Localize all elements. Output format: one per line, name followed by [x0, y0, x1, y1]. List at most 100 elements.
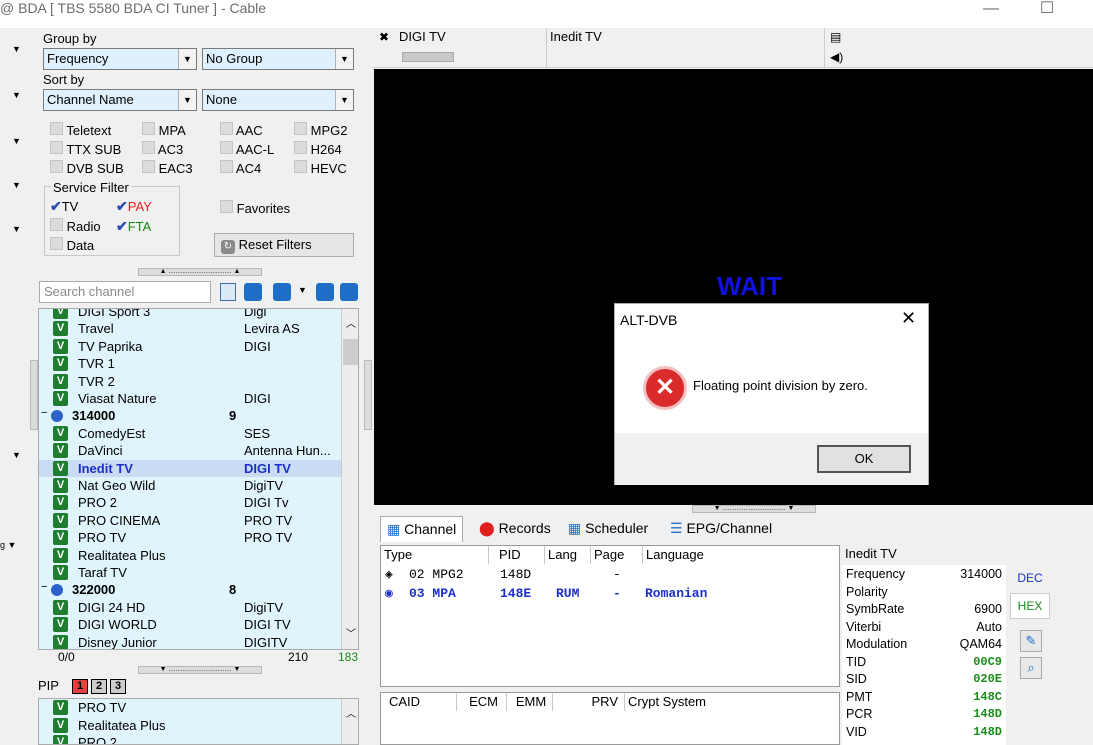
- chevron-down-icon[interactable]: ▼: [12, 224, 21, 234]
- group-by-select[interactable]: Frequency ▼: [43, 48, 197, 70]
- column-header[interactable]: Type: [381, 546, 489, 564]
- channel-row[interactable]: V Nat Geo Wild DigiTV: [39, 477, 341, 495]
- chevron-down-icon[interactable]: g ▼: [0, 540, 16, 550]
- channel-row[interactable]: V Inedit TV DIGI TV: [39, 459, 341, 478]
- search-input[interactable]: Search channel: [39, 281, 211, 303]
- chevron-up-icon[interactable]: ︿: [346, 705, 356, 720]
- maximize-button[interactable]: ☐: [1024, 0, 1070, 28]
- filter-eac3[interactable]: EAC3: [142, 160, 193, 176]
- channel-row[interactable]: V TVR 1: [39, 355, 341, 373]
- scrollbar-thumb[interactable]: [343, 339, 358, 365]
- filter-dvb-sub[interactable]: DVB SUB: [50, 160, 124, 176]
- clock-icon[interactable]: [244, 283, 262, 301]
- filter-ac4[interactable]: AC4: [220, 160, 261, 176]
- sort-by-secondary-select[interactable]: None ▼: [202, 89, 354, 111]
- tab-records[interactable]: ⬤ Records: [475, 516, 555, 542]
- close-icon[interactable]: ✕: [901, 308, 916, 329]
- channel-row[interactable]: V Realitatea Plus: [39, 547, 341, 565]
- filter-h264[interactable]: H264: [294, 141, 342, 157]
- group-row[interactable]: − 322000 8: [39, 581, 341, 599]
- channel-row[interactable]: V DIGI 24 HD DigiTV: [39, 599, 341, 617]
- splitter-handle[interactable]: ▼ ……………………… ▼: [692, 505, 816, 513]
- filter-hevc[interactable]: HEVC: [294, 160, 347, 176]
- collapse-icon[interactable]: −: [41, 407, 47, 419]
- column-header[interactable]: CAID: [381, 693, 457, 711]
- pip-button-2[interactable]: 2: [91, 679, 107, 694]
- channel-row[interactable]: V Taraf TV: [39, 564, 341, 582]
- channel-row[interactable]: V ComedyEst SES: [39, 425, 341, 443]
- edit-icon[interactable]: ✎: [1020, 630, 1042, 652]
- chevron-down-icon[interactable]: ▼: [298, 285, 307, 295]
- table-row[interactable]: ◈ 02 MPG2 148D -: [385, 567, 835, 585]
- tab-scheduler[interactable]: ▦ Scheduler: [564, 516, 652, 542]
- column-header[interactable]: PID: [489, 546, 545, 564]
- chevron-up-icon[interactable]: ︿: [346, 315, 356, 330]
- sort-down-icon[interactable]: [316, 283, 334, 301]
- pip-button-1[interactable]: 1: [72, 679, 88, 694]
- column-header[interactable]: EMM: [507, 693, 553, 711]
- filter-radio[interactable]: Radio: [50, 218, 101, 234]
- channel-row[interactable]: V TV Paprika DIGI: [39, 338, 341, 356]
- channel-row[interactable]: V Viasat Nature DIGI: [39, 390, 341, 408]
- chevron-down-icon[interactable]: ▼: [12, 450, 21, 460]
- column-header[interactable]: ECM: [457, 693, 507, 711]
- column-header[interactable]: Language: [643, 546, 839, 564]
- channel-row[interactable]: V DaVinci Antenna Hun...: [39, 442, 341, 460]
- channel-row[interactable]: V PRO TV PRO TV: [39, 529, 341, 547]
- filter-favorites[interactable]: Favorites: [220, 200, 290, 216]
- filter-mpa[interactable]: MPA: [142, 122, 186, 138]
- channel-row[interactable]: V PRO CINEMA PRO TV: [39, 512, 341, 530]
- reset-filters-button[interactable]: ↻ Reset Filters: [214, 233, 354, 257]
- scrollbar[interactable]: ︿ ﹀: [341, 309, 358, 649]
- channel-row[interactable]: V Travel Levira AS: [39, 320, 341, 338]
- sort-by-select[interactable]: Channel Name ▼: [43, 89, 197, 111]
- channel-row[interactable]: V TVR 2: [39, 373, 341, 391]
- hex-toggle[interactable]: HEX: [1010, 593, 1050, 619]
- refresh-icon[interactable]: [273, 283, 291, 301]
- scrollbar[interactable]: ︿: [341, 699, 358, 744]
- sort-up-icon[interactable]: [340, 283, 358, 301]
- filter-pay[interactable]: ✔PAY: [116, 198, 152, 215]
- chevron-down-icon[interactable]: ﹀: [346, 625, 356, 640]
- filter-fta[interactable]: ✔FTA: [116, 218, 151, 235]
- chevron-down-icon[interactable]: ▼: [12, 136, 21, 146]
- search-icon[interactable]: ⌕: [1020, 657, 1042, 679]
- splitter-handle[interactable]: [30, 360, 38, 430]
- column-header[interactable]: Page: [591, 546, 643, 564]
- channel-list[interactable]: V DIGI Sport 3 Digi V Travel Levira AS V TV Pap…: [38, 308, 359, 650]
- dec-toggle[interactable]: DEC: [1010, 566, 1050, 590]
- filter-mpg2[interactable]: MPG2: [294, 122, 347, 138]
- list-item[interactable]: V PRO TV: [39, 699, 341, 717]
- group-by-secondary-select[interactable]: No Group ▼: [202, 48, 354, 70]
- filter-data[interactable]: Data: [50, 237, 94, 253]
- splitter-handle[interactable]: ▼ ……………………… ▼: [138, 666, 262, 674]
- ok-button[interactable]: OK: [817, 445, 911, 473]
- filter-aac-l[interactable]: AAC-L: [220, 141, 274, 157]
- tab-channel[interactable]: ▦ Channel: [380, 516, 464, 542]
- channel-row[interactable]: V PRO 2 DIGI Tv: [39, 494, 341, 512]
- column-header[interactable]: Crypt System: [625, 693, 839, 711]
- column-header[interactable]: PRV: [553, 693, 625, 711]
- list-item[interactable]: V Realitatea Plus: [39, 717, 341, 735]
- splitter-handle[interactable]: [364, 360, 372, 430]
- speaker-icon[interactable]: ◀): [830, 50, 843, 64]
- filter-tv[interactable]: ✔TV: [50, 198, 78, 215]
- splitter-handle[interactable]: ▲ ……………………… ▲: [138, 268, 262, 276]
- column-header[interactable]: Lang: [545, 546, 591, 564]
- table-row[interactable]: ◉ 03 MPA 148E RUM - Romanian: [385, 586, 835, 604]
- filter-aac[interactable]: AAC: [220, 122, 263, 138]
- chevron-down-icon[interactable]: ▼: [12, 90, 21, 100]
- minimize-button[interactable]: —: [968, 0, 1014, 28]
- collapse-icon[interactable]: −: [41, 581, 47, 593]
- list-item[interactable]: V PRO 2: [39, 734, 341, 744]
- group-row[interactable]: − 314000 9: [39, 407, 341, 425]
- channel-row[interactable]: V DIGI WORLD DIGI TV: [39, 616, 341, 634]
- channel-row[interactable]: V DIGI Sport 3 Digi: [39, 309, 341, 321]
- filter-ttx-sub[interactable]: TTX SUB: [50, 141, 121, 157]
- tab-epg-channel[interactable]: ☰ EPG/Channel: [666, 516, 776, 542]
- pip-list[interactable]: V PRO TV V Realitatea Plus V PRO 2 ︿: [38, 698, 359, 745]
- pip-button-3[interactable]: 3: [110, 679, 126, 694]
- filter-teletext[interactable]: Teletext: [50, 122, 111, 138]
- filter-ac3[interactable]: AC3: [142, 141, 183, 157]
- list-view-icon[interactable]: [220, 283, 236, 301]
